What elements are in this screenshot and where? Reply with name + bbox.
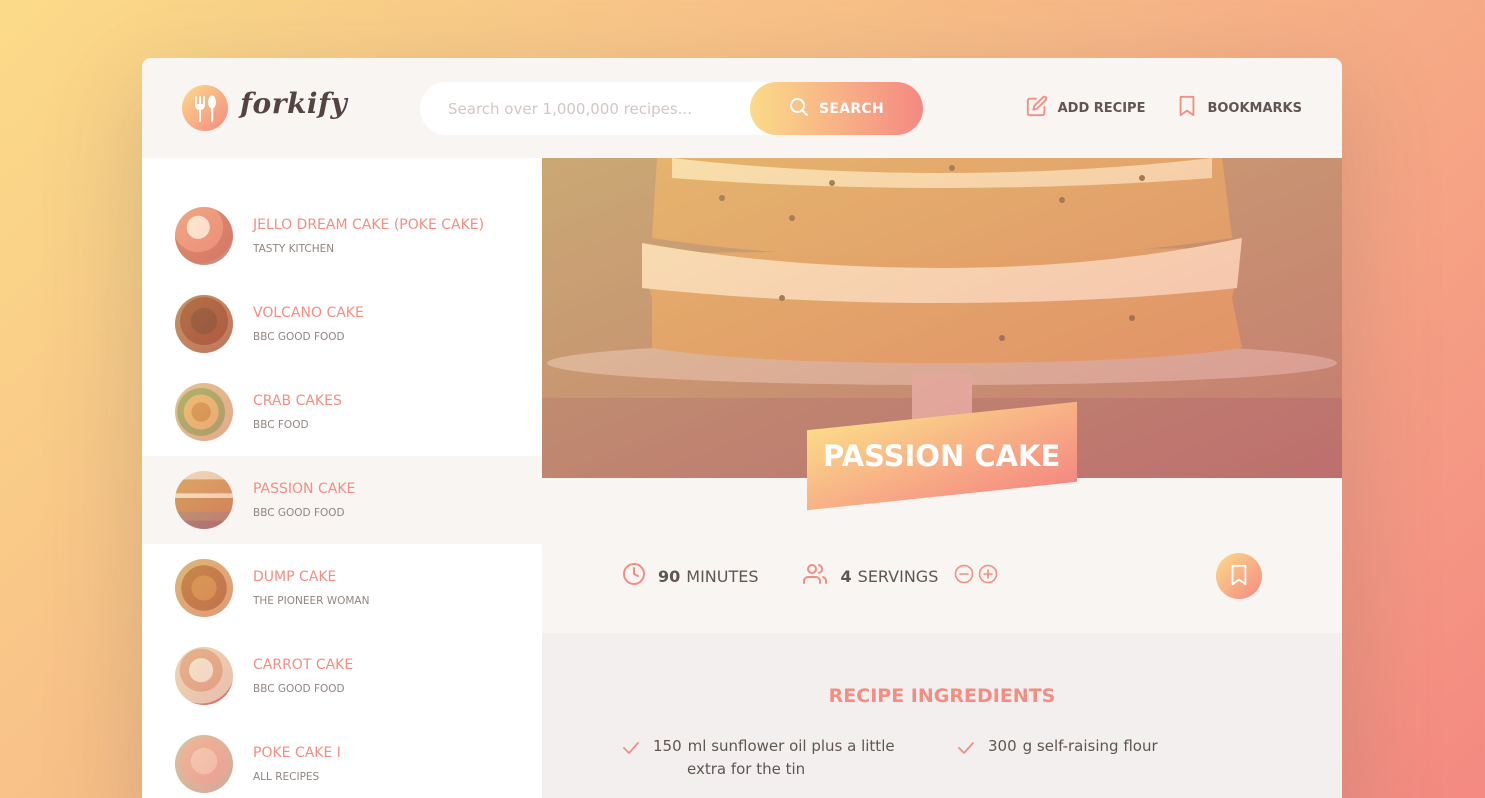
logo-text: forkify	[240, 87, 348, 120]
ingredient-quantity: 150	[653, 737, 682, 755]
result-item[interactable]: VOLCANO CAKE BBC GOOD FOOD	[142, 280, 542, 368]
result-item-active[interactable]: PASSION CAKE BBC GOOD FOOD	[142, 456, 542, 544]
result-item[interactable]: CARROT CAKE BBC GOOD FOOD	[142, 632, 542, 720]
result-publisher: TASTY KITCHEN	[253, 243, 335, 255]
check-icon	[622, 739, 640, 762]
nav: ADD RECIPE BOOKMARKS	[1026, 94, 1302, 122]
ingredient-description-cont: extra for the tin	[687, 760, 806, 778]
cooking-time-value: 90	[658, 566, 681, 586]
result-item[interactable]: DUMP CAKE THE PIONEER WOMAN	[142, 544, 542, 632]
header: forkify SEARCH	[142, 58, 1342, 158]
result-publisher: THE PIONEER WOMAN	[253, 595, 370, 607]
result-image	[175, 295, 233, 353]
bookmarks-button[interactable]: BOOKMARKS	[1177, 94, 1302, 122]
result-title: PASSION CAKE	[253, 481, 356, 497]
ingredient-description: g self-raising flour	[1022, 737, 1158, 755]
servings: 4 SERVINGS	[802, 562, 999, 590]
app-container: forkify SEARCH	[142, 58, 1342, 798]
plus-circle-icon[interactable]	[978, 564, 998, 588]
result-title: VOLCANO CAKE	[253, 305, 364, 321]
search-button[interactable]: SEARCH	[750, 82, 923, 135]
ingredient-description: ml sunflower oil plus a little	[687, 737, 895, 755]
add-recipe-label: ADD RECIPE	[1057, 100, 1146, 116]
result-image	[175, 471, 233, 529]
result-image	[175, 559, 233, 617]
bookmark-icon	[1177, 95, 1197, 121]
result-publisher: BBC GOOD FOOD	[253, 331, 345, 343]
result-title: DUMP CAKE	[253, 569, 337, 585]
bookmark-recipe-button[interactable]	[1216, 553, 1262, 599]
clock-icon	[622, 562, 646, 590]
users-icon	[802, 562, 829, 590]
cooking-time: 90 MINUTES	[622, 562, 759, 590]
result-title: POKE CAKE I	[253, 745, 341, 761]
search-button-label: SEARCH	[818, 100, 885, 117]
result-title: CARROT CAKE	[253, 657, 354, 673]
servings-buttons	[954, 564, 998, 588]
result-image	[175, 207, 233, 265]
result-item[interactable]: CRAB CAKES BBC FOOD	[142, 368, 542, 456]
result-title: CRAB CAKES	[253, 393, 342, 409]
search-form: SEARCH	[420, 82, 923, 135]
cooking-time-unit: MINUTES	[686, 566, 759, 586]
ingredient-quantity: 300	[988, 737, 1017, 755]
result-item[interactable]: JELLO DREAM CAKE (POKE CAKE) TASTY KITCH…	[142, 192, 542, 280]
recipe-ingredients: RECIPE INGREDIENTS 150 ml sunflower oil p…	[542, 633, 1342, 798]
logo[interactable]: forkify	[182, 85, 347, 133]
bookmark-icon	[1229, 564, 1249, 589]
search-icon	[789, 97, 809, 121]
bookmarks-label: BOOKMARKS	[1207, 100, 1302, 116]
minus-circle-icon[interactable]	[954, 564, 974, 588]
recipe-details: 90 MINUTES 4 SERVINGS	[622, 558, 1262, 594]
result-image	[175, 735, 233, 793]
result-title: JELLO DREAM CAKE (POKE CAKE)	[253, 217, 485, 233]
result-publisher: ALL RECIPES	[253, 771, 320, 783]
result-publisher: BBC GOOD FOOD	[253, 683, 345, 695]
servings-value: 4	[840, 566, 852, 586]
add-recipe-button[interactable]: ADD RECIPE	[1026, 94, 1146, 122]
search-results: JELLO DREAM CAKE (POKE CAKE) TASTY KITCH…	[142, 158, 542, 798]
result-item[interactable]: POKE CAKE I ALL RECIPES	[142, 720, 542, 798]
recipe-view: PASSION CAKE 90 MINUTES 4 SERVINGS RECIP…	[542, 158, 1342, 798]
edit-icon	[1026, 95, 1048, 121]
result-image	[175, 383, 233, 441]
servings-unit: SERVINGS	[857, 566, 939, 586]
result-publisher: BBC GOOD FOOD	[253, 507, 345, 519]
ingredients-heading: RECIPE INGREDIENTS	[828, 685, 1056, 707]
fork-knife-icon	[182, 85, 228, 131]
search-input[interactable]	[448, 96, 738, 122]
check-icon	[957, 739, 975, 762]
result-publisher: BBC FOOD	[253, 419, 309, 431]
result-image	[175, 647, 233, 705]
